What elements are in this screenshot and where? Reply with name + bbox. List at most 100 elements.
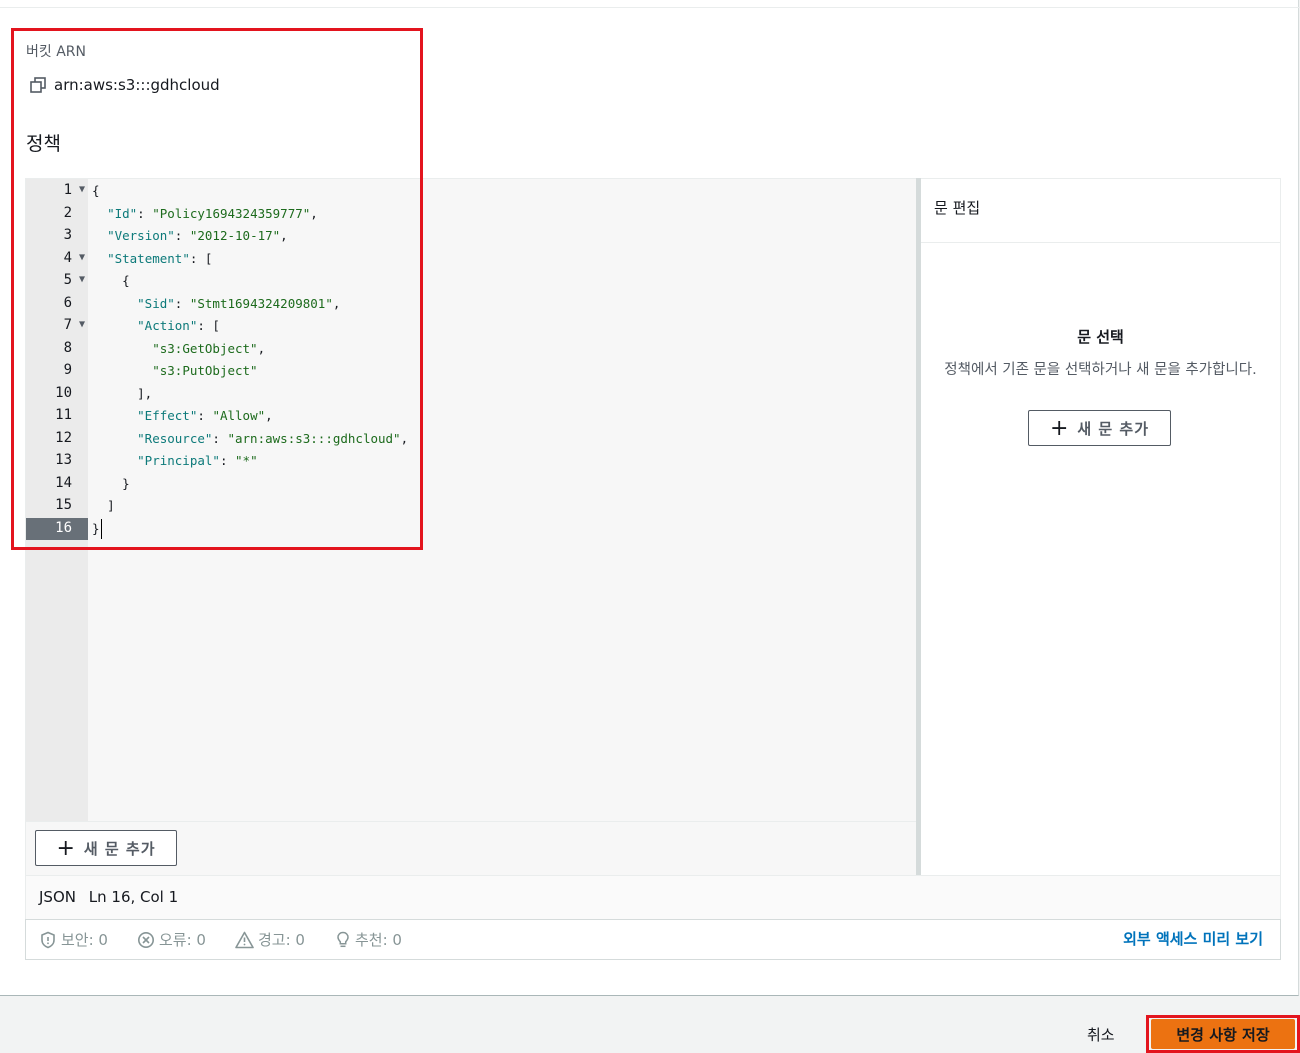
error-icon — [138, 931, 154, 948]
line-number-label: 1 — [63, 182, 72, 198]
fold-toggle-icon[interactable]: ▼ — [79, 252, 85, 263]
save-changes-button[interactable]: 변경 사항 저장 — [1151, 1019, 1295, 1049]
line-number: 9 — [26, 360, 88, 382]
line-number: 5 ▼ — [26, 270, 88, 292]
security-count[interactable]: 보안: 0 — [39, 929, 108, 950]
suggestion-count-label: 추천: 0 — [355, 931, 402, 949]
shield-icon — [41, 931, 55, 948]
code-token: "s3:GetObject" — [152, 341, 258, 356]
line-number: 15 — [26, 495, 88, 517]
code-token: "Statement" — [107, 251, 190, 266]
code-line[interactable]: "Id": "Policy1694324359777", — [92, 203, 318, 225]
line-number-label: 13 — [55, 452, 72, 468]
bucket-policy-panel: 버킷 ARN arn:aws:s3:::gdhcloud 정책 1 ▼ 2 3 4 ▼ 5 ▼… — [0, 0, 1300, 996]
line-number: 6 — [26, 293, 88, 315]
code-line[interactable]: { — [92, 270, 130, 292]
line-number: 11 — [26, 405, 88, 427]
line-number: 1 ▼ — [26, 180, 88, 202]
code-token: "s3:PutObject" — [152, 363, 258, 378]
divider — [921, 242, 1280, 243]
policy-code-editor[interactable]: 1 ▼ 2 3 4 ▼ 5 ▼ 6 7 ▼ 8 9 10 11 12 13 14 15 16 { "Id": "Pol… — [25, 178, 917, 877]
line-number-label: 7 — [63, 317, 72, 333]
line-number-label: 6 — [63, 295, 72, 311]
line-number-label: 5 — [63, 272, 72, 288]
code-token: "Id" — [107, 206, 138, 221]
code-line[interactable]: "s3:GetObject", — [92, 338, 265, 360]
line-number: 4 ▼ — [26, 248, 88, 270]
code-token: "arn:aws:s3:::gdhcloud" — [227, 431, 401, 446]
line-number: 7 ▼ — [26, 315, 88, 337]
bucket-arn-row: arn:aws:s3:::gdhcloud — [30, 76, 220, 94]
side-add-statement-button[interactable]: + 새 문 추가 — [1028, 410, 1171, 446]
code-token: "Action" — [137, 318, 198, 333]
code-line[interactable]: "Statement": [ — [92, 248, 212, 270]
plus-icon: + — [1049, 415, 1070, 441]
line-number-label: 15 — [55, 497, 72, 513]
code-line[interactable]: } — [92, 518, 100, 540]
lightbulb-icon — [337, 931, 349, 947]
line-number-label: 16 — [55, 520, 72, 536]
code-token: "Stmt1694324209801" — [189, 296, 333, 311]
add-statement-label: 새 문 추가 — [1077, 419, 1150, 438]
code-line[interactable]: "Action": [ — [92, 315, 220, 337]
code-line[interactable]: "Effect": "Allow", — [92, 405, 273, 427]
code-line[interactable]: { — [92, 180, 100, 202]
code-token: "Effect" — [137, 408, 198, 423]
line-number-label: 12 — [55, 430, 72, 446]
bucket-arn-label: 버킷 ARN — [26, 44, 86, 60]
cursor-position: Ln 16, Col 1 — [88, 888, 179, 906]
code-line[interactable]: "Resource": "arn:aws:s3:::gdhcloud", — [92, 428, 408, 450]
diagnostics-bar: 보안: 0 오류: 0 경고: 0 추천: 0 외부 액세스 미리 보기 — [25, 919, 1281, 960]
external-access-preview-link[interactable]: 외부 액세스 미리 보기 — [1123, 928, 1263, 949]
line-number: 10 — [26, 383, 88, 405]
bucket-arn-value: arn:aws:s3:::gdhcloud — [54, 76, 220, 94]
line-number-label: 3 — [63, 227, 72, 243]
line-number: 13 — [26, 450, 88, 472]
divider — [0, 7, 1300, 8]
line-number: 2 — [26, 203, 88, 225]
fold-toggle-icon[interactable]: ▼ — [79, 184, 85, 195]
code-token: "*" — [235, 453, 258, 468]
add-statement-label: 새 문 추가 — [83, 839, 156, 858]
edit-statement-panel: 문 편집 문 선택 정책에서 기존 문을 선택하거나 새 문을 추가합니다. +… — [921, 178, 1281, 877]
language-mode: JSON — [39, 888, 76, 906]
line-number: 3 — [26, 225, 88, 247]
policy-title: 정책 — [26, 133, 61, 155]
suggestion-count[interactable]: 추천: 0 — [335, 929, 402, 950]
code-line[interactable]: "Principal": "*" — [92, 450, 258, 472]
status-text: JSON Ln 16, Col 1 — [39, 888, 186, 906]
copy-icon[interactable] — [30, 77, 46, 93]
select-statement-title: 문 선택 — [1077, 328, 1124, 346]
warning-count[interactable]: 경고: 0 — [235, 929, 305, 950]
line-number-label: 2 — [63, 205, 72, 221]
line-number-label: 11 — [55, 407, 72, 423]
warning-icon — [235, 931, 254, 948]
fold-toggle-icon[interactable]: ▼ — [79, 274, 85, 285]
code-line[interactable]: "s3:PutObject" — [92, 360, 258, 382]
line-number: 14 — [26, 473, 88, 495]
code-token: { — [92, 183, 100, 198]
fold-toggle-icon[interactable]: ▼ — [79, 319, 85, 330]
cancel-button[interactable]: 취소 — [1087, 1024, 1115, 1045]
code-token: "Principal" — [137, 453, 220, 468]
error-count[interactable]: 오류: 0 — [137, 929, 206, 950]
line-number-gutter: 1 ▼ 2 3 4 ▼ 5 ▼ 6 7 ▼ 8 9 10 11 12 13 14 15 16 — [26, 179, 88, 821]
line-number: 8 — [26, 338, 88, 360]
line-number-label: 4 — [63, 250, 72, 266]
line-number-label: 8 — [63, 340, 72, 356]
code-line[interactable]: } — [92, 473, 130, 495]
add-statement-button[interactable]: + 새 문 추가 — [35, 830, 177, 866]
line-number-label: 10 — [55, 385, 72, 401]
error-count-label: 오류: 0 — [159, 931, 206, 949]
code-token: "Resource" — [137, 431, 213, 446]
code-line[interactable]: ] — [92, 495, 115, 517]
code-line[interactable]: ], — [92, 383, 152, 405]
code-token: "Sid" — [137, 296, 175, 311]
code-line[interactable]: "Sid": "Stmt1694324209801", — [92, 293, 340, 315]
code-token: } — [92, 521, 100, 536]
code-line[interactable]: "Version": "2012-10-17", — [92, 225, 288, 247]
divider — [26, 821, 917, 822]
line-number-label: 9 — [63, 362, 72, 378]
code-token: "Allow" — [212, 408, 266, 423]
editor-status-bar: JSON Ln 16, Col 1 — [25, 875, 1281, 921]
